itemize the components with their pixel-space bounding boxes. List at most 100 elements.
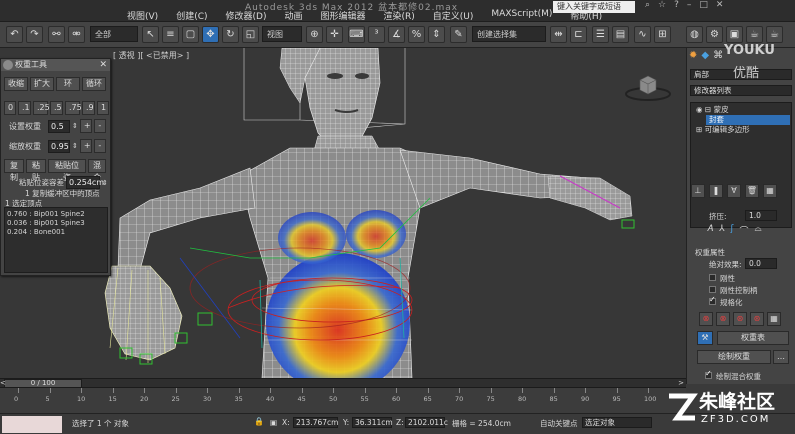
select-excluded-icon[interactable]: ⊛ xyxy=(733,312,747,326)
select-icon[interactable]: ↖ xyxy=(142,26,159,43)
menu-maxscript[interactable]: MAXScript(M) xyxy=(482,9,561,22)
binoculars-icon[interactable]: ⌕ xyxy=(645,0,650,10)
help-icon[interactable]: ? xyxy=(674,0,679,10)
edit-named-selection-icon[interactable]: ✎ xyxy=(450,26,467,43)
named-selection-dropdown[interactable]: 创建选择集 xyxy=(472,26,546,42)
autokey-label[interactable]: 自动关键点 xyxy=(540,418,578,429)
menu-graph-editors[interactable]: 图形编辑器 xyxy=(311,9,374,22)
stack-item-envelope[interactable]: 封套 xyxy=(706,115,790,125)
modifier-list-dropdown[interactable]: 修改器列表 xyxy=(690,85,792,96)
make-unique-icon[interactable]: ∀ xyxy=(727,184,741,198)
exclude-verts-icon[interactable]: ⊗ xyxy=(699,312,713,326)
blend-button[interactable]: 混合 xyxy=(88,159,106,182)
shrink-button[interactable]: 收缩 xyxy=(4,77,28,91)
close-icon[interactable]: ✕ xyxy=(99,59,107,71)
weight-table-icon[interactable]: ▦ xyxy=(767,312,781,326)
close-icon[interactable]: ✕ xyxy=(716,0,724,10)
vertex-weight-list[interactable]: 0.760 : Bip001 Spine2 0.036 : Bip001 Spi… xyxy=(4,207,108,273)
menu-customize[interactable]: 自定义(U) xyxy=(424,9,483,22)
stack-item-skin[interactable]: ◉ ⊟ 蒙皮 xyxy=(693,105,729,115)
menu-animation[interactable]: 动画 xyxy=(275,9,311,22)
scale-minus-icon[interactable]: - xyxy=(93,139,106,153)
star-icon[interactable]: ☆ xyxy=(658,0,666,10)
squash-spinner[interactable]: 1.0 xyxy=(745,210,777,221)
time-slider[interactable]: 0 / 100 < > xyxy=(0,378,686,388)
wrench-icon[interactable]: ⚒ xyxy=(697,331,713,345)
render-iterative-icon[interactable]: ☕ xyxy=(766,26,783,43)
configure-sets-icon[interactable]: ▦ xyxy=(763,184,777,198)
preset-0-button[interactable]: 0 xyxy=(4,101,16,115)
maximize-icon[interactable]: □ xyxy=(699,0,708,10)
z-coord-field[interactable]: 2102.011c xyxy=(405,417,448,428)
preset-09-button[interactable]: .9 xyxy=(82,101,95,115)
preset-01-button[interactable]: .1 xyxy=(18,101,31,115)
help-search-input[interactable]: 键入关键字或短语 xyxy=(553,1,635,13)
reference-coord-dropdown[interactable]: 视图 xyxy=(262,26,302,42)
pin-stack-icon[interactable]: ⊥ xyxy=(691,184,705,198)
include-verts-icon[interactable]: ⊗ xyxy=(716,312,730,326)
render-setup-icon[interactable]: ⚙ xyxy=(706,26,723,43)
list-item[interactable]: 0.760 : Bip001 Spine2 xyxy=(7,210,105,219)
weight-tool-title[interactable]: 权重工具 ✕ xyxy=(1,59,110,71)
layer-manager-icon[interactable]: ☰ xyxy=(592,26,609,43)
x-coord-field[interactable]: 213.767cm xyxy=(293,417,338,428)
bake-weights-icon[interactable]: ⊛ xyxy=(750,312,764,326)
envelope-a-icon[interactable]: ⅄ xyxy=(719,224,725,237)
modify-tab-icon[interactable]: ◆ xyxy=(701,50,709,61)
perspective-viewport[interactable]: [ 透视 ][ <已禁用> ] 权重工具 ✕ 收缩 扩大 环 循环 0 .1 .… xyxy=(0,48,686,378)
select-by-name-icon[interactable]: ≡ xyxy=(162,26,179,43)
list-item[interactable]: 0.036 : Bip001 Spine3 xyxy=(7,219,105,228)
scale-plus-icon[interactable]: + xyxy=(79,139,92,153)
maxscript-listener[interactable] xyxy=(2,416,62,433)
paint-options-button[interactable]: … xyxy=(773,350,789,364)
paint-blend-checkbox[interactable] xyxy=(705,369,712,379)
menu-view[interactable]: 视图(V) xyxy=(118,9,167,22)
loop-button[interactable]: 循环 xyxy=(82,77,106,91)
list-item[interactable]: 0.204 : Bone001 xyxy=(7,228,105,237)
ring-button[interactable]: 环 xyxy=(56,77,80,91)
weight-minus-icon[interactable]: - xyxy=(93,119,106,133)
pivot-center-icon[interactable]: ⊕ xyxy=(306,26,323,43)
curve-editor-icon[interactable]: ∿ xyxy=(634,26,651,43)
envelope-curve-icon[interactable]: ʃ xyxy=(731,224,734,237)
remove-modifier-icon[interactable]: 🗑 xyxy=(745,184,759,198)
redo-icon[interactable]: ↷ xyxy=(26,26,43,43)
selection-filter-dropdown[interactable]: 全部 xyxy=(90,26,138,42)
rotate-icon[interactable]: ↻ xyxy=(222,26,239,43)
track-bar[interactable]: 0 5 10 15 20 25 30 35 40 45 50 55 60 65 70 75 80 85 90 95 10… xyxy=(0,387,686,413)
envelope-select-icon[interactable]: 𝐴 xyxy=(707,224,713,237)
mirror-icon[interactable]: ⇹ xyxy=(550,26,567,43)
rigid-handles-checkbox[interactable] xyxy=(709,286,716,293)
undo-icon[interactable]: ↶ xyxy=(6,26,23,43)
preset-1-button[interactable]: 1 xyxy=(97,101,109,115)
scale-icon[interactable]: ◱ xyxy=(242,26,259,43)
spinner-arrows-icon[interactable]: ⇕ xyxy=(72,122,78,130)
material-editor-icon[interactable]: ◍ xyxy=(686,26,703,43)
graphite-icon[interactable]: ▤ xyxy=(612,26,629,43)
y-coord-field[interactable]: 36.311cm xyxy=(352,417,393,428)
preset-025-button[interactable]: .25 xyxy=(33,101,50,115)
render-icon[interactable]: ☕ xyxy=(746,26,763,43)
rendered-frame-icon[interactable]: ▣ xyxy=(726,26,743,43)
viewport-label[interactable]: [ 透视 ][ <已禁用> ] xyxy=(113,50,189,61)
weight-table-button[interactable]: 权重表 xyxy=(717,331,789,345)
paint-weights-button[interactable]: 绘制权重 xyxy=(697,350,771,364)
spinner-snap-icon[interactable]: ⇕ xyxy=(428,26,445,43)
rigid-checkbox[interactable] xyxy=(709,274,716,281)
snap-3-icon[interactable]: ³ xyxy=(368,26,385,43)
grow-button[interactable]: 扩大 xyxy=(30,77,54,91)
prev-frame-icon[interactable]: < xyxy=(0,379,6,387)
spinner-arrows-icon[interactable]: ⇕ xyxy=(102,179,108,187)
menu-modifiers[interactable]: 修改器(D) xyxy=(217,9,276,22)
keyboard-shortcut-icon[interactable]: ⌨ xyxy=(348,26,365,43)
unlink-icon[interactable]: ⚮ xyxy=(68,26,85,43)
paste-button[interactable]: 粘贴 xyxy=(26,159,46,182)
schematic-icon[interactable]: ⊞ xyxy=(654,26,671,43)
stack-item-editable-poly[interactable]: ⊞ 可编辑多边形 xyxy=(693,125,750,135)
abs-effect-spinner[interactable]: 0.0 xyxy=(745,258,777,269)
angle-snap-icon[interactable]: ∡ xyxy=(388,26,405,43)
minimize-icon[interactable]: – xyxy=(687,0,692,10)
region-select-icon[interactable]: ▢ xyxy=(182,26,199,43)
select-manipulate-icon[interactable]: ✛ xyxy=(326,26,343,43)
scale-weight-spinner[interactable]: 0.95 xyxy=(48,139,70,153)
